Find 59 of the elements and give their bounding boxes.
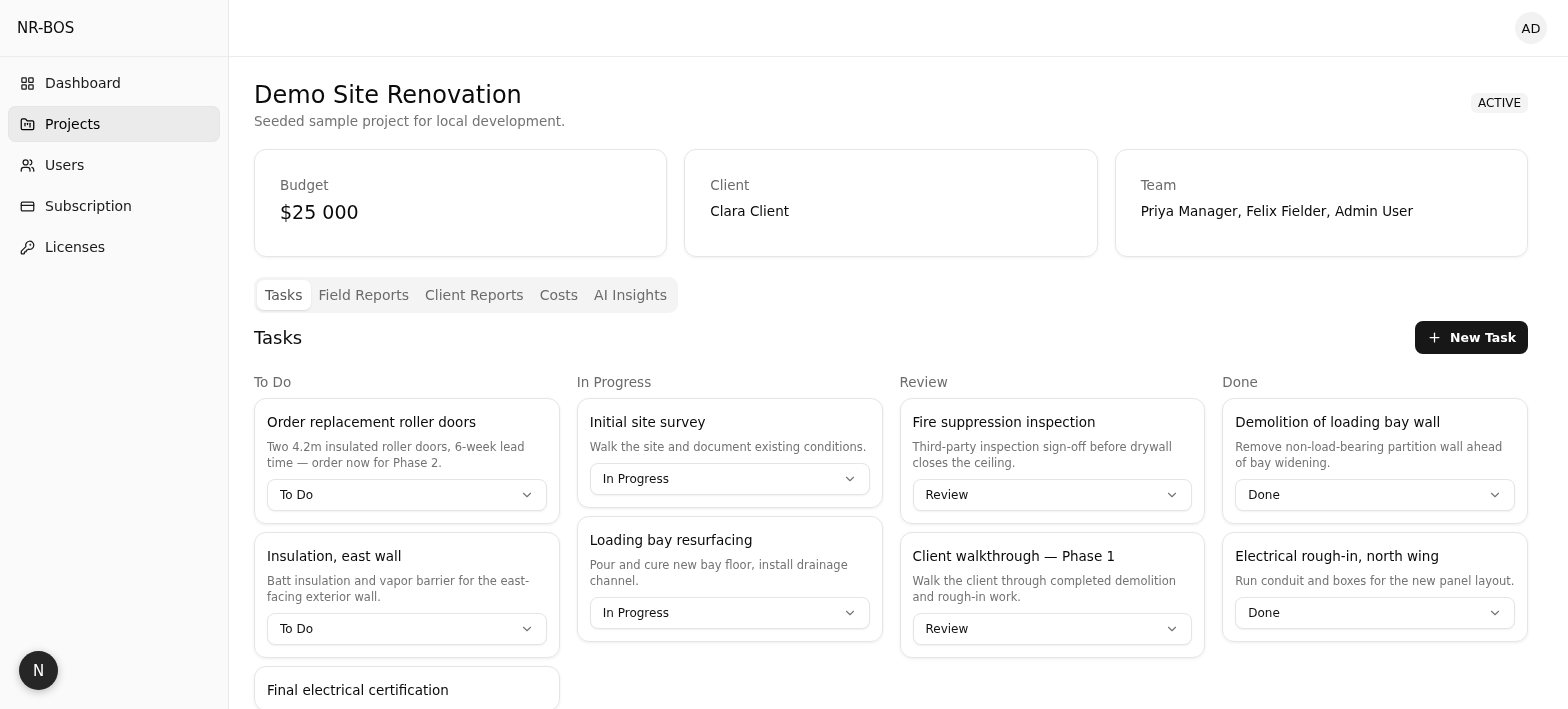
tab[interactable]: Client Reports [417,280,532,310]
plus-icon [1427,330,1443,345]
card-icon [20,198,35,214]
column-title: Review [899,374,949,390]
tab[interactable]: Tasks [257,280,311,310]
column-title: Done [1222,374,1259,390]
status-select[interactable]: In Progress [589,597,870,629]
tab[interactable]: Field Reports [310,280,417,310]
stat-value: Priya Manager, Felix Fielder, Admin User [1140,203,1414,219]
status-badge: ACTIVE [1470,93,1528,113]
brand-name: NR-BOS [0,0,228,57]
sidebar-item[interactable]: Licenses [8,229,220,265]
task-title: Loading bay resurfacing [589,532,754,548]
status-select[interactable]: To Do [267,613,547,645]
project-title: Demo Site Renovation [254,81,523,109]
status-select[interactable]: To Do [267,479,547,511]
status-select[interactable]: Done [1235,479,1515,511]
dashboard-icon [20,75,35,91]
key-icon [20,239,35,255]
task-description: Pour and cure new bay floor, install drainage channel. [589,557,849,589]
status-select[interactable]: In Progress [589,463,870,495]
task-title: Electrical rough-in, north wing [1235,548,1440,564]
sidebar-item[interactable]: Subscription [8,188,220,224]
task-description: Run conduit and boxes for the new panel layout. [1235,573,1515,589]
tab[interactable]: AI Insights [586,280,675,310]
stat-label: Budget [280,177,330,193]
status-select[interactable]: Review [912,479,1193,511]
new-task-button[interactable]: New Task [1415,321,1528,354]
stat-label: Team [1140,177,1178,193]
task-title: Final electrical certification [267,682,450,698]
tab[interactable]: Costs [531,280,587,310]
status-select[interactable]: Review [912,613,1193,645]
sidebar-item[interactable]: Projects [8,106,220,142]
column-title: To Do [254,374,293,390]
task-description: Batt insulation and vapor barrier for the east-facing exterior wall. [267,573,531,605]
task-description: Walk the site and document existing conditions. [589,439,868,455]
stat-label: Client [710,177,751,193]
column-title: In Progress [576,374,653,390]
task-title: Demolition of loading bay wall [1235,414,1442,430]
task-title: Fire suppression inspection [912,414,1097,430]
task-title: Insulation, east wall [267,548,403,564]
sidebar-item[interactable]: Dashboard [8,65,220,101]
task-description: Two 4.2m insulated roller doors, 6-week lead time — order now for Phase 2. [267,439,526,471]
task-title: Initial site survey [589,414,707,430]
users-icon [20,157,35,173]
stat-value: Clara Client [710,203,790,219]
user-avatar[interactable]: AD [1515,12,1547,44]
task-title: Order replacement roller doors [267,414,477,430]
task-title: Client walkthrough — Phase 1 [912,548,1117,564]
task-description: Remove non-load-bearing partition wall ahead of bay widening. [1235,439,1504,471]
section-title: Tasks [254,327,303,348]
task-description: Third-party inspection sign-off before drywall closes the ceiling. [912,439,1173,471]
stat-value: $25 000 [280,201,360,223]
status-select[interactable]: Done [1235,597,1515,629]
sidebar-item[interactable]: Users [8,147,220,183]
dev-tools-button[interactable]: N [19,651,58,690]
folder-icon [20,116,35,132]
project-subtitle: Seeded sample project for local development. [254,113,566,129]
task-description: Walk the client through completed demolition and rough-in work. [912,573,1177,605]
